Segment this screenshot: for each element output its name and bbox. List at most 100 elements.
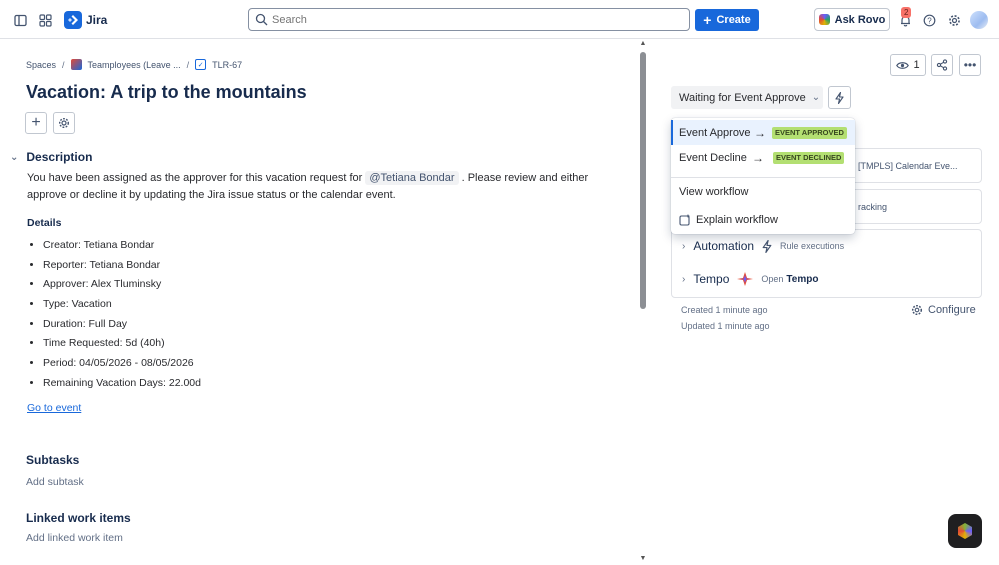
status-transitions-menu: Event Approve → EVENT APPROVED Event Dec…: [671, 118, 855, 234]
status-dropdown-button[interactable]: Waiting for Event Approve ⌄: [671, 86, 823, 109]
gear-icon: [911, 304, 923, 316]
add-linked-work-item-button[interactable]: Add linked work item: [26, 532, 123, 544]
page-title[interactable]: Vacation: A trip to the mountains: [26, 82, 307, 103]
list-item: Approver: Alex Tluminsky: [43, 277, 201, 297]
task-type-icon: ✓: [195, 59, 207, 70]
more-actions-button[interactable]: •••: [959, 54, 981, 76]
arrow-right-icon: →: [754, 125, 766, 140]
breadcrumb: Spaces / Teamployees (Leave ... / ✓ TLR-…: [26, 59, 242, 70]
share-button[interactable]: [931, 54, 953, 76]
search-icon: [255, 13, 268, 26]
description-heading: Description: [26, 150, 93, 164]
automation-subtitle: Rule executions: [780, 241, 845, 251]
app-name[interactable]: Jira: [86, 13, 107, 27]
ask-rovo-label: Ask Rovo: [834, 13, 886, 26]
rovo-chat-floating-button[interactable]: [948, 514, 982, 548]
sidebar-toggle-icon[interactable]: [9, 9, 31, 31]
list-item: Remaining Vacation Days: 22.00d: [43, 376, 201, 396]
ai-sparkle-icon: [679, 213, 690, 226]
view-workflow-label: View workflow: [679, 185, 749, 198]
explain-workflow-item[interactable]: Explain workflow: [671, 207, 855, 232]
list-item: Period: 04/05/2026 - 08/05/2026: [43, 356, 201, 376]
ask-rovo-button[interactable]: Ask Rovo: [814, 8, 890, 31]
menu-divider: [671, 177, 855, 178]
top-navigation-bar: Jira + Create Ask Rovo 2 ?: [0, 0, 999, 39]
jira-logo-icon[interactable]: [64, 11, 82, 29]
breadcrumb-separator: /: [62, 59, 65, 70]
add-button[interactable]: +: [25, 112, 47, 134]
tempo-brand-label: Tempo: [786, 273, 819, 285]
issue-main-content: Spaces / Teamployees (Leave ... / ✓ TLR-…: [0, 40, 648, 565]
configure-button[interactable]: Configure: [911, 304, 976, 316]
rovo-icon: [958, 523, 972, 539]
view-workflow-item[interactable]: View workflow: [671, 179, 855, 204]
card-partial-text: racking: [858, 202, 888, 212]
chevron-right-icon: ›: [682, 240, 686, 252]
description-section-header[interactable]: ⌄ Description: [10, 150, 92, 164]
tempo-title: Tempo: [693, 272, 730, 286]
transition-label: Event Approve: [679, 126, 751, 139]
transition-event-approve[interactable]: Event Approve → EVENT APPROVED: [671, 120, 855, 145]
chevron-right-icon: ›: [682, 273, 686, 285]
updated-timestamp: Updated 1 minute ago: [681, 321, 770, 331]
more-dots-icon: •••: [963, 58, 977, 72]
plus-icon: +: [31, 114, 41, 131]
tempo-logo-icon: [737, 272, 754, 286]
status-lozenge: EVENT APPROVED: [772, 127, 847, 139]
settings-circle-icon: [58, 117, 70, 129]
details-heading: Details: [27, 217, 62, 229]
lightning-bolt-icon: [762, 239, 772, 253]
app-switcher-icon[interactable]: [34, 9, 56, 31]
scrollbar-thumb[interactable]: [640, 52, 646, 309]
user-mention[interactable]: @Tetiana Bondar: [365, 171, 459, 185]
tempo-open-label: Open: [761, 274, 784, 284]
transition-event-decline[interactable]: Event Decline → EVENT DECLINED: [671, 145, 855, 170]
explain-workflow-label: Explain workflow: [696, 213, 778, 226]
go-to-event-link[interactable]: Go to event: [27, 402, 81, 414]
user-avatar[interactable]: [970, 11, 988, 29]
list-item: Reporter: Tetiana Bondar: [43, 258, 201, 278]
details-list: Creator: Tetiana Bondar Reporter: Tetian…: [43, 238, 201, 396]
lightning-bolt-icon: [835, 91, 844, 104]
notification-count-badge: 2: [901, 7, 912, 18]
project-avatar-icon: [70, 59, 82, 70]
list-item: Duration: Full Day: [43, 317, 201, 337]
tempo-row[interactable]: › Tempo Open Tempo: [682, 272, 818, 286]
automation-title: Automation: [693, 239, 755, 253]
list-item: Type: Vacation: [43, 297, 201, 317]
list-item: Time Requested: 5d (40h): [43, 336, 201, 356]
configure-label: Configure: [928, 304, 976, 316]
apps-card: › Automation Rule executions › Tempo Ope…: [671, 229, 982, 298]
apps-button[interactable]: [53, 112, 75, 134]
search-input[interactable]: [272, 9, 682, 30]
breadcrumb-issue-key[interactable]: TLR-67: [212, 60, 242, 70]
chevron-down-icon: ⌄: [10, 151, 19, 163]
scroll-down-arrow-icon[interactable]: ▼: [639, 555, 647, 562]
created-timestamp: Created 1 minute ago: [681, 305, 768, 315]
card-partial-text: [TMPLS] Calendar Eve...: [858, 161, 958, 171]
watch-button[interactable]: 1: [890, 54, 926, 76]
create-button[interactable]: + Create: [695, 9, 759, 31]
status-label: Waiting for Event Approve: [679, 91, 806, 104]
description-text[interactable]: You have been assigned as the approver f…: [27, 170, 622, 204]
svg-text:?: ?: [927, 16, 932, 25]
subtasks-heading: Subtasks: [26, 453, 80, 467]
rovo-icon: [818, 14, 830, 25]
scroll-up-arrow-icon[interactable]: ▲: [639, 40, 647, 47]
description-text-part: You have been assigned as the approver f…: [27, 172, 366, 184]
eye-icon: [896, 61, 910, 69]
arrow-right-icon: →: [752, 150, 764, 165]
chevron-down-icon: ⌄: [811, 92, 821, 103]
breadcrumb-spaces[interactable]: Spaces: [26, 60, 56, 70]
help-icon[interactable]: ?: [918, 9, 940, 31]
actions-button[interactable]: [828, 86, 851, 109]
breadcrumb-project[interactable]: Teamployees (Leave ...: [88, 60, 181, 70]
list-item: Creator: Tetiana Bondar: [43, 238, 201, 258]
add-subtask-button[interactable]: Add subtask: [26, 476, 84, 488]
settings-gear-icon[interactable]: [943, 9, 965, 31]
watchers-count: 1: [913, 59, 920, 71]
search-box[interactable]: [248, 8, 690, 31]
automation-row[interactable]: › Automation Rule executions: [682, 239, 844, 253]
linked-work-items-heading: Linked work items: [26, 511, 131, 525]
transition-label: Event Decline: [679, 151, 747, 164]
